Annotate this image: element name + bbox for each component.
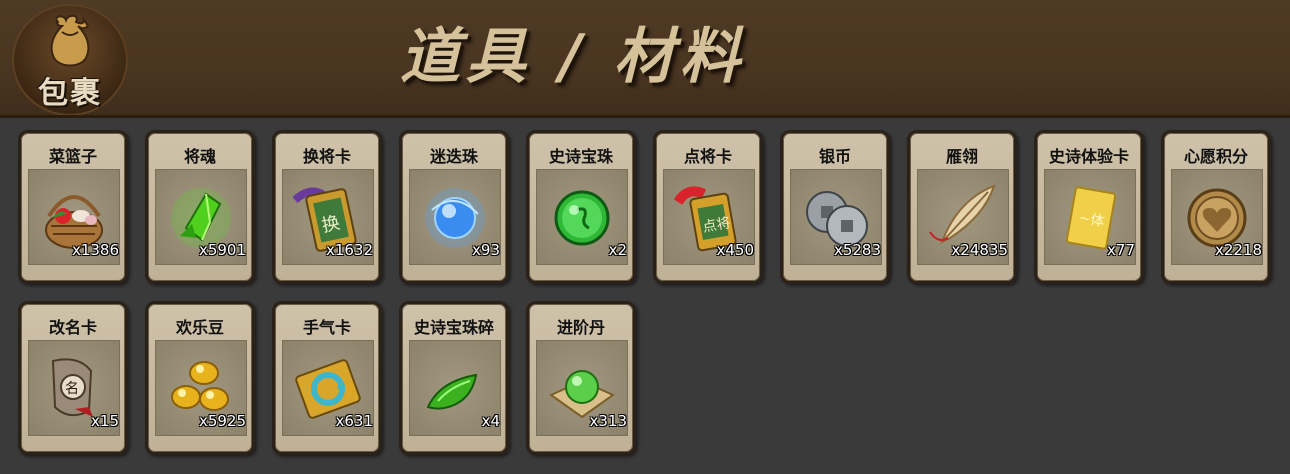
green-orb-icon: [554, 190, 610, 246]
bag-icon: [50, 14, 90, 67]
green-shard-icon: [426, 373, 478, 410]
item-name: 史诗宝珠碎: [413, 318, 494, 337]
item-count: x15: [91, 412, 119, 430]
item-count: x93: [472, 241, 500, 259]
item-name: 菜篮子: [48, 147, 97, 166]
item-count: x77: [1107, 241, 1135, 259]
item-count: x5901: [198, 241, 246, 259]
item-name: 进阶丹: [556, 318, 605, 337]
item-count: x450: [716, 241, 754, 259]
page-title: 道具 / 材料: [400, 22, 746, 92]
item-card[interactable]: 银币 x5283: [780, 130, 890, 284]
bag-logo-text: 包裹: [38, 76, 102, 111]
item-card[interactable]: 史诗体验卡 ~体 x77: [1034, 130, 1144, 284]
item-row-1: 菜篮子 x1386 将魂 x5901 换将卡 换 x1632 迷迭珠 x93 史…: [18, 130, 1288, 284]
item-count: x313: [589, 412, 627, 430]
item-name: 欢乐豆: [175, 318, 224, 337]
item-name: 银币: [818, 147, 851, 166]
item-card[interactable]: 雁翎 x24835: [907, 130, 1017, 284]
item-count: x1632: [325, 241, 373, 259]
item-row-2: 改名卡 名 x15 欢乐豆 x5925 手气卡 x631 史诗宝珠碎 x4 进阶…: [18, 301, 1288, 455]
item-count: x631: [335, 412, 373, 430]
item-name: 将魂: [183, 147, 216, 166]
item-card[interactable]: 史诗宝珠 x2: [526, 130, 636, 284]
item-name: 手气卡: [302, 318, 351, 337]
item-card[interactable]: 换将卡 换 x1632: [272, 130, 382, 284]
item-name: 史诗体验卡: [1048, 147, 1129, 166]
item-card[interactable]: 菜篮子 x1386: [18, 130, 128, 284]
item-count: x5283: [833, 241, 881, 259]
item-card[interactable]: 将魂 x5901: [145, 130, 255, 284]
item-name: 心愿积分: [1183, 147, 1248, 166]
item-grid: 菜篮子 x1386 将魂 x5901 换将卡 换 x1632 迷迭珠 x93 史…: [18, 130, 1288, 472]
item-card[interactable]: 心愿积分 x2218: [1161, 130, 1271, 284]
item-card[interactable]: 改名卡 名 x15: [18, 301, 128, 455]
item-count: x4: [481, 412, 500, 430]
svg-text:名: 名: [65, 381, 79, 397]
item-card[interactable]: 史诗宝珠碎 x4: [399, 301, 509, 455]
item-name: 雁翎: [945, 147, 978, 166]
item-name: 换将卡: [302, 147, 351, 166]
item-name: 改名卡: [48, 318, 97, 337]
bag-logo[interactable]: 包裹: [12, 4, 128, 116]
inventory-header: 包裹 道具 / 材料: [0, 0, 1290, 118]
item-card[interactable]: 欢乐豆 x5925: [145, 301, 255, 455]
item-count: x5925: [198, 412, 246, 430]
item-count: x1386: [71, 241, 119, 259]
item-name: 点将卡: [683, 147, 732, 166]
item-name: 迷迭珠: [429, 147, 478, 166]
item-name: 史诗宝珠: [548, 147, 613, 166]
item-count: x24835: [951, 241, 1008, 259]
item-count: x2218: [1214, 241, 1262, 259]
item-card[interactable]: 迷迭珠 x93: [399, 130, 509, 284]
item-count: x2: [608, 241, 627, 259]
item-card[interactable]: 点将卡 点将 x450: [653, 130, 763, 284]
item-card[interactable]: 手气卡 x631: [272, 301, 382, 455]
item-card[interactable]: 进阶丹 x313: [526, 301, 636, 455]
